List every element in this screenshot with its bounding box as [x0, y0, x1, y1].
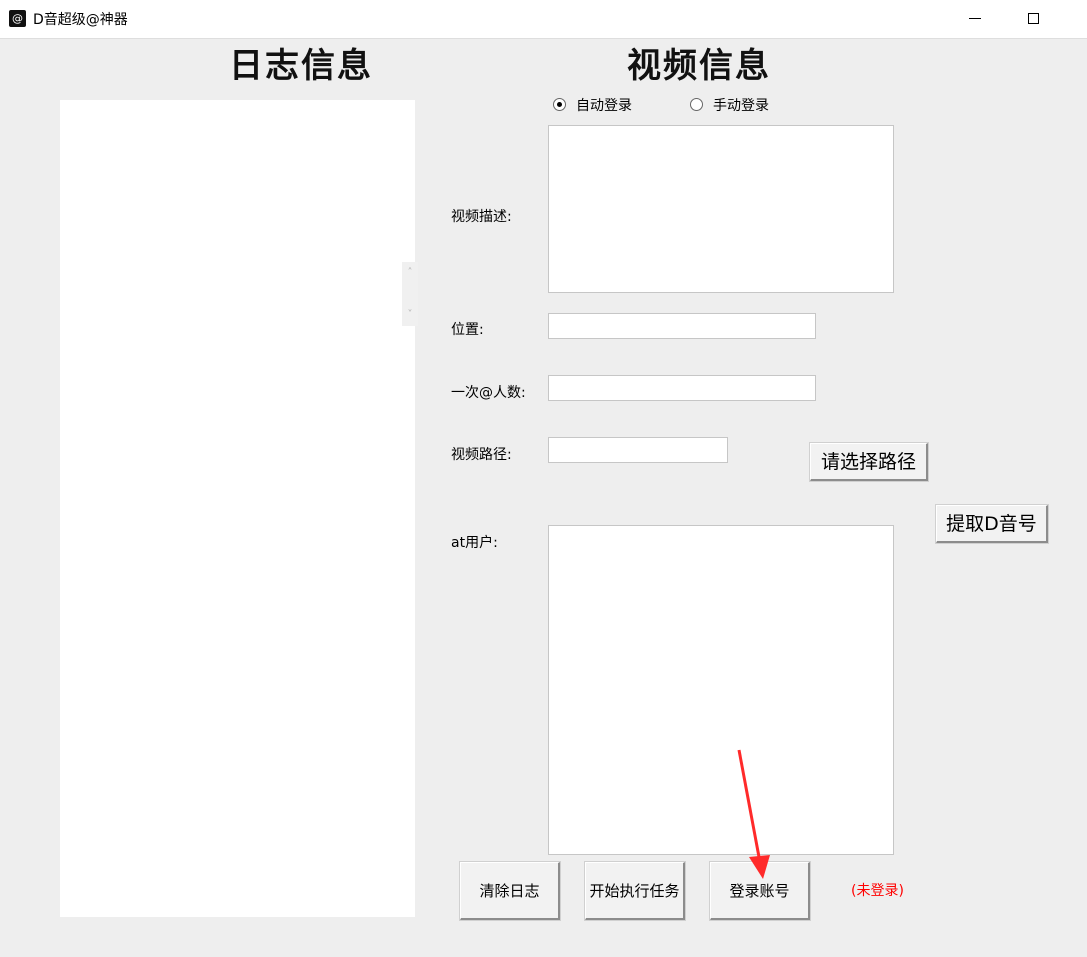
choose-path-button[interactable]: 请选择路径: [810, 443, 928, 481]
log-scrollbar[interactable]: ˄ ˅: [402, 262, 418, 326]
radio-auto-login[interactable]: 自动登录: [553, 95, 632, 115]
radio-manual-login[interactable]: 手动登录: [690, 95, 769, 115]
video-heading: 视频信息: [627, 46, 771, 86]
location-label: 位置:: [451, 322, 484, 338]
maximize-icon[interactable]: [1016, 4, 1050, 34]
app-icon: @: [9, 10, 26, 27]
red-arrow-annotation: [737, 749, 770, 879]
description-input[interactable]: [548, 125, 894, 293]
radio-manual-login-label: 手动登录: [713, 98, 769, 114]
at-users-label: at用户:: [451, 535, 498, 551]
start-task-button[interactable]: 开始执行任务: [585, 862, 685, 920]
video-path-input[interactable]: [548, 437, 728, 463]
window-title: D音超级@神器: [33, 12, 128, 28]
at-count-label: 一次@人数:: [451, 385, 526, 401]
clear-log-button[interactable]: 清除日志: [460, 862, 560, 920]
log-text-area[interactable]: [60, 100, 415, 917]
title-bar: @ D音超级@神器: [0, 0, 1087, 39]
log-heading: 日志信息: [229, 46, 373, 86]
at-count-input[interactable]: [548, 375, 816, 401]
at-users-input[interactable]: [548, 525, 894, 855]
radio-unchecked-icon[interactable]: [690, 98, 703, 111]
extract-id-button[interactable]: 提取D音号: [936, 505, 1048, 543]
minimize-icon[interactable]: [958, 4, 992, 34]
video-path-label: 视频路径:: [451, 447, 512, 463]
radio-checked-icon[interactable]: [553, 98, 566, 111]
location-input[interactable]: [548, 313, 816, 339]
scroll-up-icon[interactable]: ˄: [402, 266, 418, 280]
login-status-text: (未登录): [851, 883, 904, 899]
scroll-down-icon[interactable]: ˅: [402, 308, 418, 322]
radio-auto-login-label: 自动登录: [576, 98, 632, 114]
description-label: 视频描述:: [451, 209, 512, 225]
